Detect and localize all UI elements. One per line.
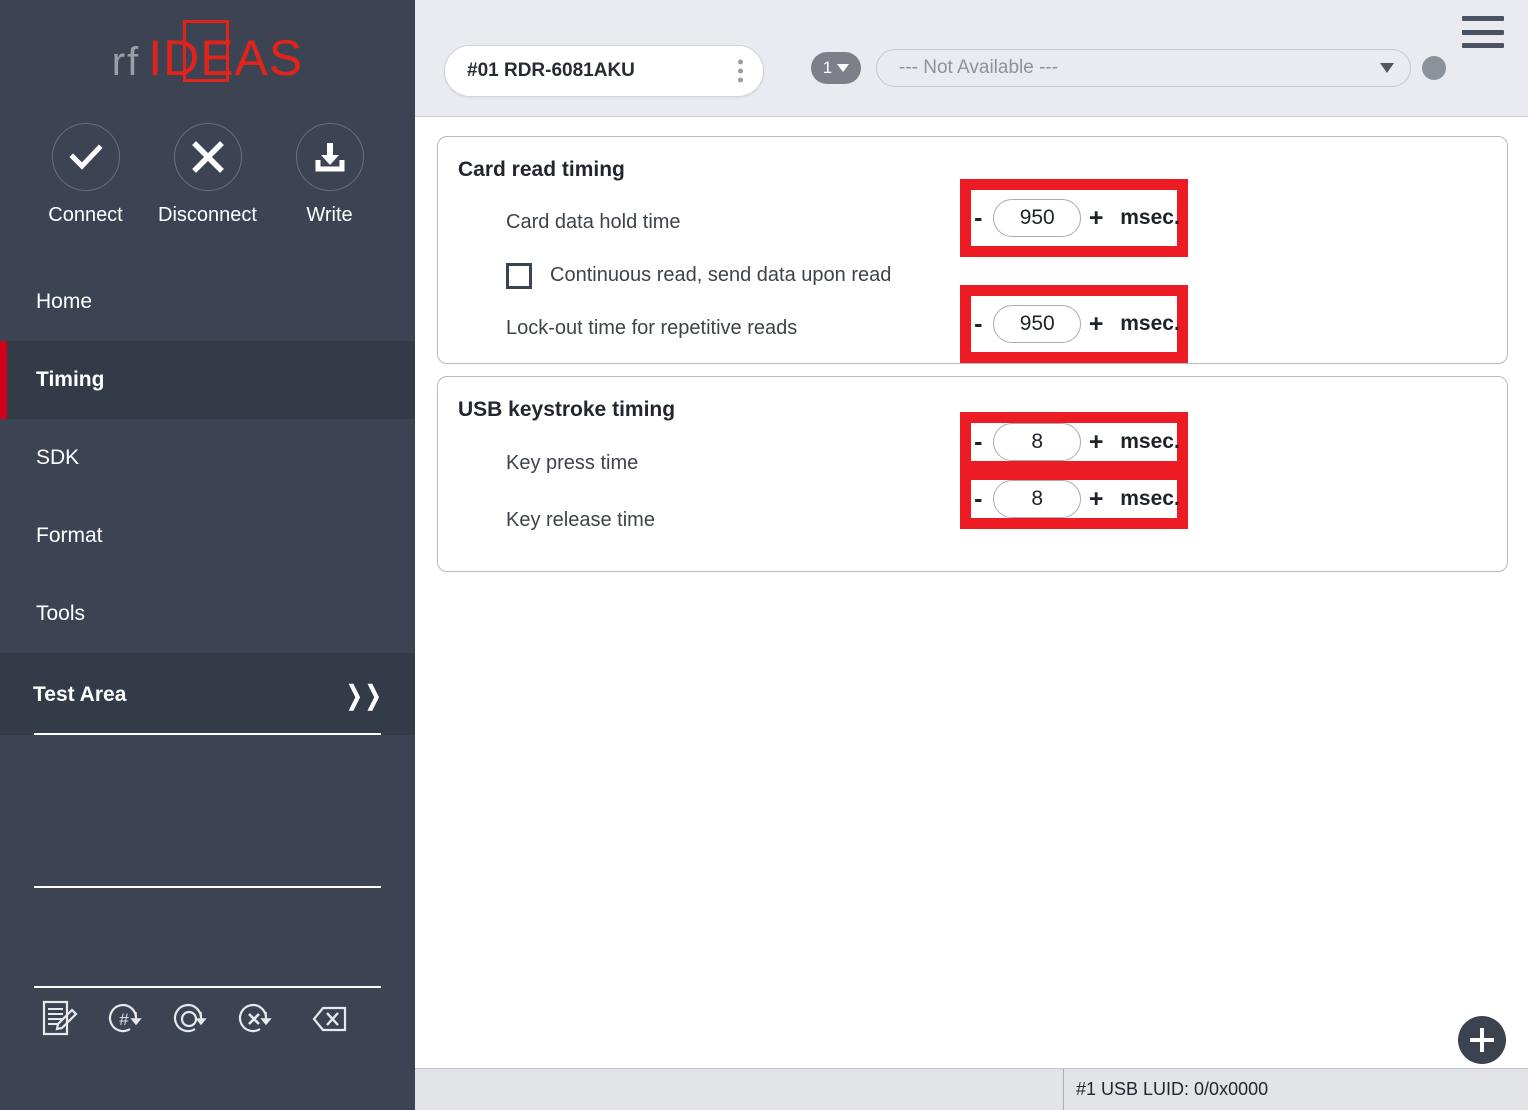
check-icon [51, 123, 120, 191]
brand-logo: rf IDEAS [0, 0, 415, 118]
key-release-time-unit: msec. [1120, 487, 1180, 510]
card-data-hold-time-stepper[interactable]: - 950 + msec. [968, 199, 1180, 237]
sidebar-item-timing[interactable]: Timing [0, 341, 415, 419]
card-data-hold-time-input[interactable]: 950 [993, 199, 1082, 237]
sidebar-item-format[interactable]: Format [0, 497, 415, 575]
close-x-icon [173, 123, 242, 191]
key-release-time-highlight: - 8 + msec. [960, 469, 1188, 529]
settings-content: Card read timing Card data hold time Con… [415, 117, 1528, 572]
logo-name-text: IDEAS [148, 30, 304, 86]
disconnect-button-label: Disconnect [158, 204, 257, 226]
sidebar-item-tools[interactable]: Tools [0, 575, 415, 653]
card-read-timing-title: Card read timing [458, 158, 625, 181]
config-dropdown[interactable]: --- Not Available --- [876, 49, 1411, 87]
logo-prefix-text: rf [111, 40, 141, 84]
lockout-time-unit: msec. [1120, 312, 1180, 335]
usb-keystroke-timing-card: USB keystroke timing Key press time Key … [437, 376, 1508, 572]
key-press-time-increment[interactable]: + [1086, 428, 1106, 457]
status-bar-luid-text: #1 USB LUID: 0/0x0000 [1076, 1079, 1269, 1099]
key-press-time-unit: msec. [1120, 430, 1180, 453]
test-area-label: Test Area [33, 683, 127, 706]
connect-button-label: Connect [48, 204, 123, 226]
status-bar-right-section: #1 USB LUID: 0/0x0000 [1063, 1069, 1528, 1110]
continuous-read-checkbox[interactable] [506, 262, 532, 289]
key-release-time-stepper[interactable]: - 8 + msec. [968, 480, 1180, 518]
card-data-hold-time-unit: msec. [1120, 206, 1180, 229]
card-data-hold-time-highlight: - 950 + msec. [960, 179, 1188, 257]
main-area: #01 RDR-6081AKU 1 --- Not Available --- [415, 0, 1528, 1110]
key-release-time-label: Key release time [506, 509, 655, 531]
sidebar-item-timing-label: Timing [36, 368, 105, 391]
status-bar: #1 USB LUID: 0/0x0000 [415, 1068, 1528, 1110]
key-release-time-input[interactable]: 8 [993, 480, 1082, 518]
key-press-time-highlight: - 8 + msec. [960, 412, 1188, 472]
sidebar-item-format-label: Format [36, 524, 103, 547]
top-toolbar: #01 RDR-6081AKU 1 --- Not Available --- [415, 0, 1528, 117]
dropdown-chevron-down-icon [1380, 63, 1394, 73]
sidebar-item-home[interactable]: Home [0, 263, 415, 341]
device-name-label: #01 RDR-6081AKU [467, 60, 635, 81]
circle-send-icon[interactable] [168, 998, 210, 1045]
backspace-delete-icon[interactable] [298, 998, 350, 1045]
x-send-icon[interactable] [233, 998, 275, 1045]
card-data-hold-time-label: Card data hold time [506, 211, 681, 233]
sidebar-item-sdk[interactable]: SDK [0, 419, 415, 497]
disconnect-button[interactable]: Disconnect [158, 123, 257, 227]
card-read-timing-card: Card read timing Card data hold time Con… [437, 136, 1508, 364]
lockout-time-stepper[interactable]: - 950 + msec. [968, 305, 1180, 343]
key-press-time-decrement[interactable]: - [968, 428, 988, 457]
card-data-hold-time-increment[interactable]: + [1086, 204, 1106, 233]
status-indicator-dot [1422, 56, 1446, 80]
key-press-time-label: Key press time [506, 452, 639, 474]
key-release-time-increment[interactable]: + [1086, 485, 1106, 514]
sidebar-divider-lower [34, 986, 381, 988]
add-button[interactable] [1458, 1016, 1506, 1064]
write-button[interactable]: Write [288, 123, 371, 227]
key-press-time-input[interactable]: 8 [993, 423, 1082, 461]
sidebar: rf IDEAS Connect Disconnect Write Home T… [0, 0, 415, 1110]
sidebar-nav: Home Timing SDK Format Tools [0, 263, 415, 653]
test-area-toggle[interactable]: Test Area ❭❭ [0, 675, 415, 715]
config-dropdown-value: --- Not Available --- [899, 57, 1059, 78]
sidebar-item-tools-label: Tools [36, 602, 86, 625]
device-count-value: 1 [822, 58, 833, 77]
status-bar-left-section [415, 1069, 1063, 1110]
edit-document-icon[interactable] [38, 998, 80, 1045]
lockout-time-highlight: - 950 + msec. [960, 285, 1188, 363]
app-root: rf IDEAS Connect Disconnect Write Home T… [0, 0, 1528, 1110]
test-area-section: Test Area ❭❭ [0, 653, 415, 735]
continuous-read-label: Continuous read, send data upon read [550, 264, 892, 286]
hamburger-menu-icon[interactable] [1462, 16, 1504, 48]
test-area-divider [34, 733, 381, 735]
key-release-time-decrement[interactable]: - [968, 485, 988, 514]
device-selector[interactable]: #01 RDR-6081AKU [444, 45, 764, 97]
sidebar-divider-upper [34, 886, 381, 888]
lockout-time-input[interactable]: 950 [993, 305, 1082, 343]
card-data-hold-time-decrement[interactable]: - [968, 204, 988, 233]
write-button-label: Write [306, 204, 353, 226]
sidebar-item-sdk-label: SDK [36, 446, 80, 469]
download-write-icon [295, 123, 364, 191]
kebab-menu-icon[interactable] [738, 59, 743, 83]
hash-send-icon[interactable]: # [103, 998, 145, 1045]
device-count-badge[interactable]: 1 [811, 52, 861, 84]
lockout-time-decrement[interactable]: - [968, 310, 988, 339]
chevron-double-right-icon: ❭❭ [343, 679, 384, 710]
lockout-time-label: Lock-out time for repetitive reads [506, 317, 798, 339]
sidebar-action-buttons: Connect Disconnect Write [0, 118, 415, 227]
chevron-down-icon [837, 64, 850, 72]
sidebar-item-home-label: Home [36, 290, 93, 313]
sidebar-tool-icons: # [38, 998, 350, 1045]
key-press-time-stepper[interactable]: - 8 + msec. [968, 423, 1180, 461]
connect-button[interactable]: Connect [44, 123, 127, 227]
lockout-time-increment[interactable]: + [1086, 310, 1106, 339]
svg-text:#: # [119, 1010, 129, 1029]
